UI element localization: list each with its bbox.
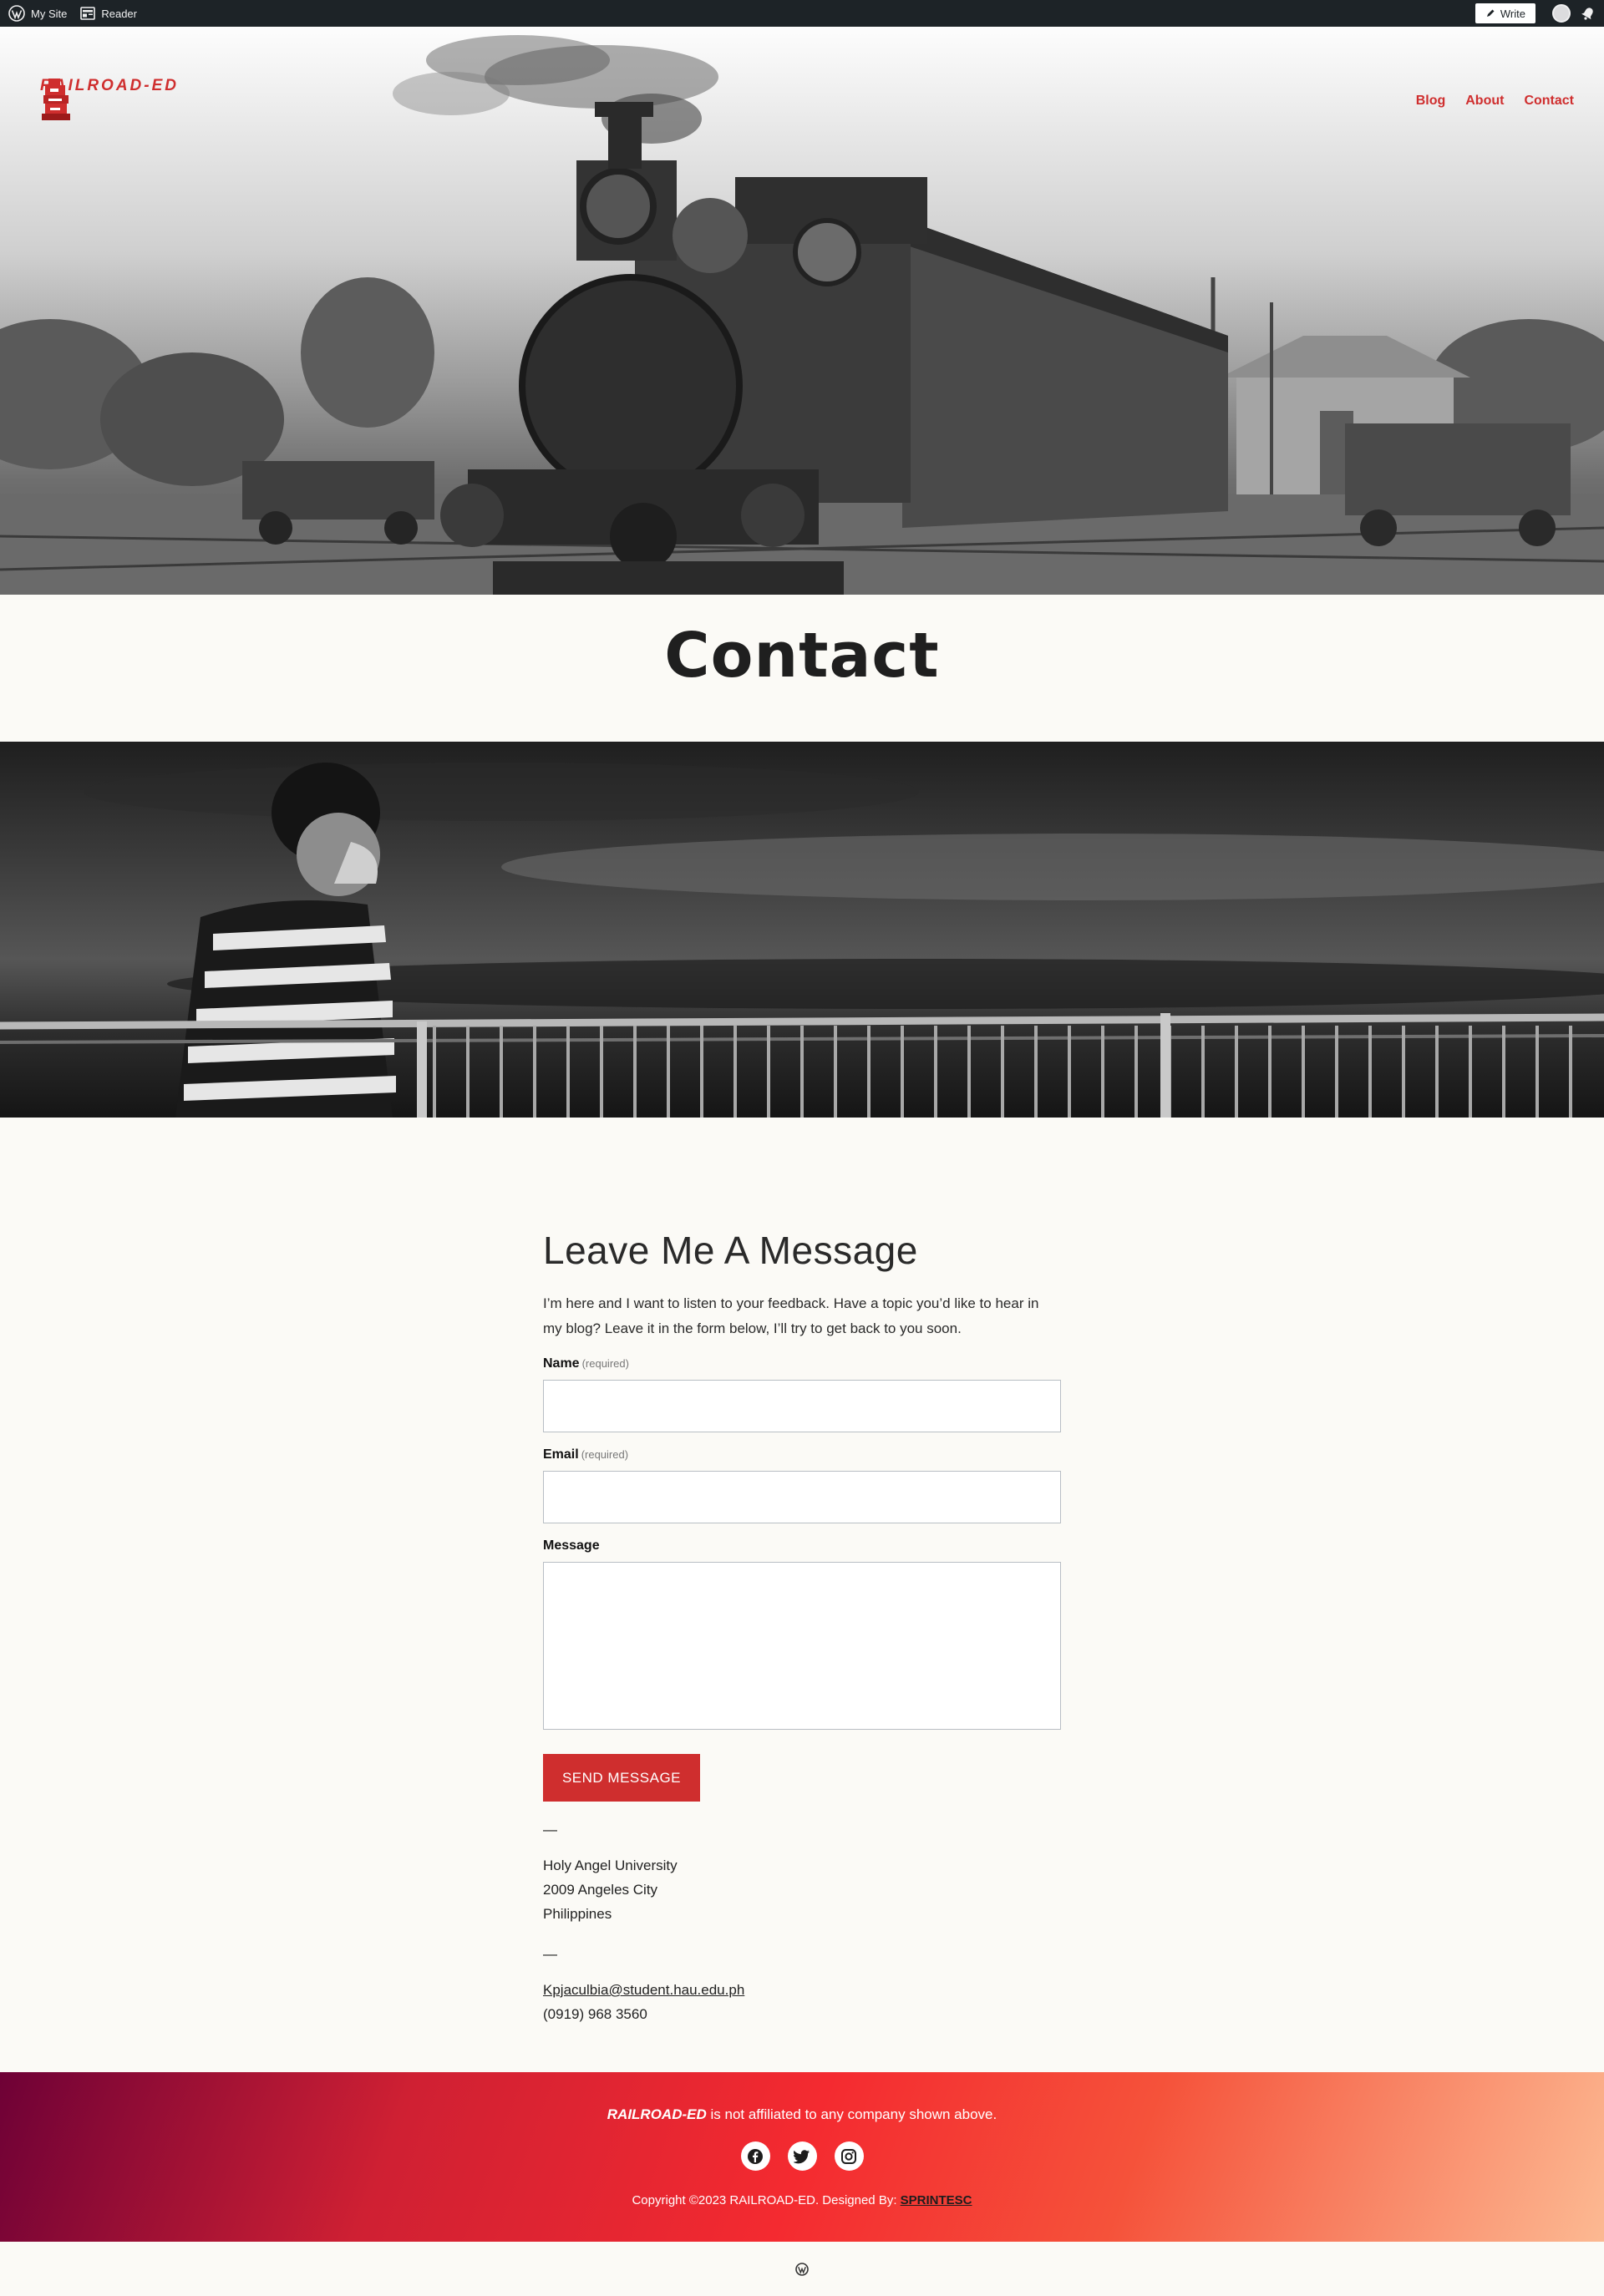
write-button[interactable]: Write bbox=[1475, 3, 1535, 23]
address-line: 2009 Angeles City bbox=[543, 1882, 658, 1898]
main-nav: Blog About Contact bbox=[1416, 94, 1574, 109]
message-label: Message bbox=[543, 1538, 600, 1553]
intro-text: I’m here and I want to listen to your fe… bbox=[543, 1295, 1039, 1336]
facebook-icon[interactable] bbox=[740, 2141, 770, 2171]
email-required-note: (required) bbox=[581, 1448, 629, 1461]
nav-blog[interactable]: Blog bbox=[1416, 94, 1446, 109]
message-field[interactable] bbox=[543, 1562, 1061, 1730]
banner-image bbox=[0, 742, 1604, 1118]
name-field[interactable] bbox=[543, 1380, 1061, 1432]
admin-bar: My Site Reader Write bbox=[0, 0, 1604, 27]
address-line: Holy Angel University bbox=[543, 1858, 678, 1873]
my-site-menu[interactable]: My Site bbox=[2, 0, 74, 27]
footer-brand: RAILROAD-ED bbox=[607, 2106, 707, 2122]
footer-disclaimer: RAILROAD-ED is not affiliated to any com… bbox=[0, 2106, 1604, 2123]
name-label: Name (required) bbox=[543, 1356, 1061, 1371]
phone-number: (0919) 968 3560 bbox=[543, 2006, 647, 2022]
name-required-note: (required) bbox=[581, 1357, 629, 1370]
form-heading: Leave Me A Message bbox=[543, 1229, 918, 1272]
email-label: Email (required) bbox=[543, 1447, 1061, 1462]
locomotive-illustration bbox=[0, 35, 1604, 595]
site-brand[interactable]: RAILROAD-ED bbox=[40, 77, 179, 120]
nav-contact[interactable]: Contact bbox=[1524, 94, 1574, 109]
hero-image: RAILROAD-ED Blog About Contact bbox=[0, 27, 1604, 595]
reader-icon bbox=[80, 7, 96, 20]
social-links bbox=[0, 2141, 1604, 2171]
site-footer: RAILROAD-ED is not affiliated to any com… bbox=[0, 2072, 1604, 2242]
wordpress-icon bbox=[8, 5, 25, 22]
write-label: Write bbox=[1500, 7, 1525, 20]
designer-link[interactable]: SPRINTESC bbox=[901, 2193, 972, 2207]
separator: — bbox=[543, 1822, 557, 1837]
my-site-label: My Site bbox=[31, 7, 68, 20]
reader-menu[interactable]: Reader bbox=[74, 0, 144, 27]
address-block: Holy Angel University 2009 Angeles City … bbox=[543, 1853, 1061, 1926]
boy-at-railing-illustration bbox=[0, 763, 1604, 1118]
separator: — bbox=[543, 1946, 557, 1962]
footer-disclaimer-text: is not affiliated to any company shown a… bbox=[706, 2106, 997, 2122]
address-line: Philippines bbox=[543, 1906, 612, 1922]
logo-icon bbox=[42, 79, 70, 120]
email-label-text: Email bbox=[543, 1447, 579, 1462]
email-link[interactable]: Kpjaculbia@student.hau.edu.ph bbox=[543, 1982, 744, 1998]
twitter-icon[interactable] bbox=[787, 2141, 817, 2171]
avatar[interactable] bbox=[1552, 4, 1571, 23]
email-field[interactable] bbox=[543, 1471, 1061, 1523]
contact-section: Leave Me A Message I’m here and I want t… bbox=[543, 1228, 1061, 2026]
notifications-icon[interactable] bbox=[1581, 6, 1596, 21]
page-title: Contact bbox=[664, 620, 940, 692]
copyright: Copyright ©2023 RAILROAD-ED. Designed By… bbox=[0, 2193, 1604, 2207]
copyright-text: Copyright ©2023 RAILROAD-ED. Designed By… bbox=[632, 2193, 901, 2207]
instagram-icon[interactable] bbox=[834, 2141, 864, 2171]
wordpress-icon[interactable] bbox=[794, 2261, 810, 2278]
nav-about[interactable]: About bbox=[1465, 94, 1504, 109]
send-message-button[interactable]: SEND MESSAGE bbox=[543, 1754, 700, 1802]
reader-label: Reader bbox=[101, 7, 137, 20]
name-label-text: Name bbox=[543, 1356, 580, 1371]
pencil-icon bbox=[1486, 9, 1495, 17]
